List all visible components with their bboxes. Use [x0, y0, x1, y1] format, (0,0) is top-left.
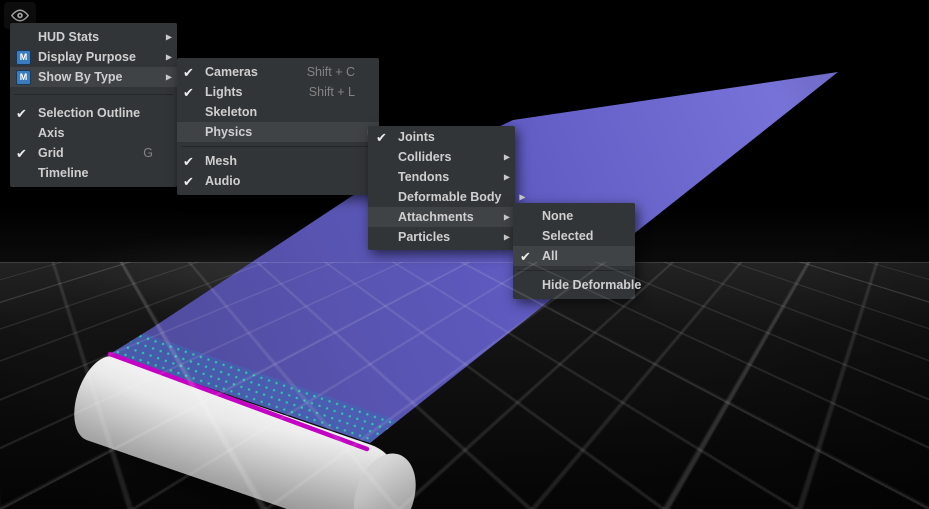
menu-item-label: Skeleton [205, 105, 258, 119]
menu-item-display-purpose[interactable]: M Display Purpose ▶ [10, 47, 177, 67]
menu-item-selection-outline[interactable]: ✔ Selection Outline [10, 103, 177, 123]
submenu-arrow-icon: ▶ [503, 152, 510, 161]
eye-icon [10, 9, 30, 22]
menu-item-mesh[interactable]: ✔ Mesh [177, 151, 379, 171]
menu-item-label: Deformable Body [398, 190, 502, 204]
menu-item-cameras[interactable]: ✔ Cameras Shift + C [177, 62, 379, 82]
menu-divider [181, 146, 375, 147]
check-icon: ✔ [183, 84, 194, 100]
menu-item-label: Grid [38, 146, 64, 160]
physics-submenu: ✔ Joints Colliders ▶ Tendons ▶ Deformabl… [368, 126, 526, 250]
menu-item-label: Selection Outline [38, 106, 141, 120]
menu-item-label: Particles [398, 230, 451, 244]
menu-item-audio[interactable]: ✔ Audio [177, 171, 379, 191]
menu-item-skeleton[interactable]: Skeleton [177, 102, 379, 122]
menu-item-label: All [542, 249, 558, 263]
menu-item-colliders[interactable]: Colliders ▶ [368, 147, 515, 167]
menu-item-hide-deformable[interactable]: Hide Deformable [513, 275, 641, 295]
menu-item-show-by-type[interactable]: M Show By Type ▶ [10, 67, 177, 87]
submenu-arrow-icon: ▶ [165, 72, 172, 81]
menu-item-grid[interactable]: ✔ Grid G [10, 143, 177, 163]
menu-item-particles[interactable]: Particles ▶ [368, 227, 515, 247]
check-icon: ✔ [183, 173, 194, 189]
submenu-arrow-icon: ▶ [165, 32, 172, 41]
menu-item-shortcut: G [143, 146, 153, 160]
menu-item-shortcut: Shift + C [306, 65, 355, 79]
menu-item-deformable-body[interactable]: Deformable Body ▶ [368, 187, 526, 207]
menu-item-shortcut: Shift + L [308, 85, 355, 99]
check-icon: ✔ [16, 105, 27, 121]
menu-item-hud-stats[interactable]: HUD Stats ▶ [10, 27, 177, 47]
menu-item-label: None [542, 209, 574, 223]
mixed-state-icon: M [16, 69, 31, 85]
menu-item-selected[interactable]: Selected [513, 226, 635, 246]
menu-item-label: Physics [205, 125, 253, 139]
menu-item-label: Selected [542, 229, 594, 243]
menu-item-none[interactable]: None [513, 206, 635, 226]
menu-item-label: Mesh [205, 154, 237, 168]
menu-item-all[interactable]: ✔ All [513, 246, 635, 266]
menu-item-label: Cameras [205, 65, 258, 79]
check-icon: ✔ [16, 145, 27, 161]
submenu-arrow-icon: ▶ [165, 52, 172, 61]
menu-item-lights[interactable]: ✔ Lights Shift + L [177, 82, 379, 102]
menu-item-label: Attachments [398, 210, 474, 224]
menu-item-label: Tendons [398, 170, 450, 184]
mixed-state-icon: M [16, 49, 31, 65]
submenu-arrow-icon: ▶ [503, 232, 510, 241]
menu-item-tendons[interactable]: Tendons ▶ [368, 167, 515, 187]
menu-item-label: HUD Stats [38, 30, 100, 44]
menu-item-physics[interactable]: Physics ▶ [177, 122, 379, 142]
menu-divider [517, 270, 631, 271]
menu-item-label: Lights [205, 85, 243, 99]
submenu-arrow-icon: ▶ [503, 172, 510, 181]
menu-item-timeline[interactable]: Timeline [10, 163, 177, 183]
menu-item-axis[interactable]: Axis [10, 123, 177, 143]
menu-item-label: Colliders [398, 150, 452, 164]
menu-item-attachments[interactable]: Attachments ▶ [368, 207, 515, 227]
menu-item-label: Joints [398, 130, 435, 144]
check-icon: ✔ [183, 64, 194, 80]
attachments-submenu: None Selected ✔ All Hide Deformable [513, 203, 641, 299]
menu-item-label: Timeline [38, 166, 89, 180]
check-icon: ✔ [376, 129, 387, 145]
menu-item-label: Audio [205, 174, 241, 188]
menu-item-label: Display Purpose [38, 50, 136, 64]
check-icon: ✔ [520, 248, 531, 264]
show-by-type-submenu: ✔ Cameras Shift + C ✔ Lights Shift + L S… [177, 58, 379, 195]
menu-divider [14, 94, 173, 95]
visibility-menu: HUD Stats ▶ M Display Purpose ▶ M Show B… [10, 23, 177, 187]
submenu-arrow-icon: ▶ [519, 192, 526, 201]
submenu-arrow-icon: ▶ [503, 212, 510, 221]
menu-item-label: Axis [38, 126, 65, 140]
menu-item-label: Show By Type [38, 70, 123, 84]
menu-item-label: Hide Deformable [542, 278, 642, 292]
3d-viewport[interactable]: HUD Stats ▶ M Display Purpose ▶ M Show B… [0, 0, 929, 509]
check-icon: ✔ [183, 153, 194, 169]
menu-item-joints[interactable]: ✔ Joints [368, 127, 515, 147]
